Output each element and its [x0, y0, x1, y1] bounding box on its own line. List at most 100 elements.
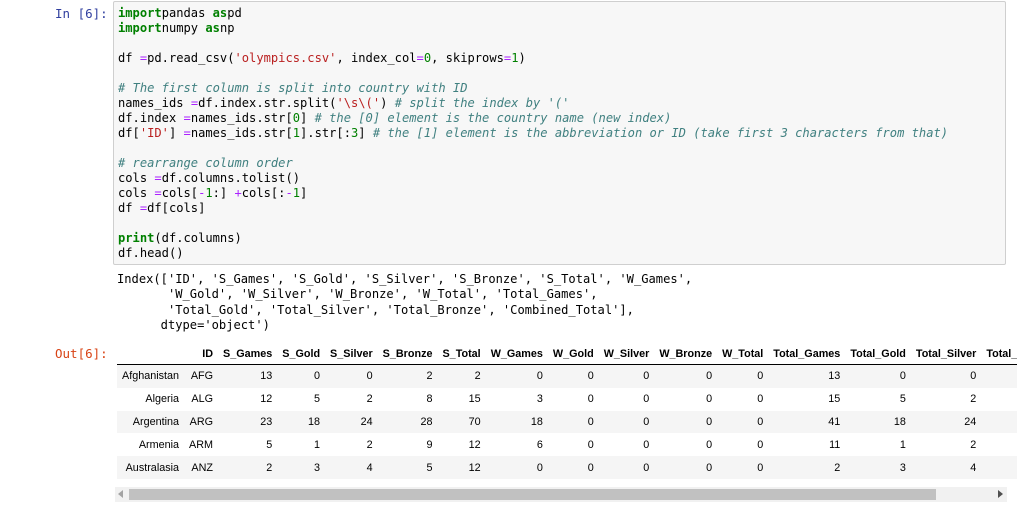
notebook-cell: In [6]: importpandas aspd importnumpy as… [0, 0, 1027, 519]
table-cell: 2 [474, 370, 481, 383]
table-cell: 5 [899, 393, 906, 406]
table-cell: 0 [643, 370, 650, 383]
table-cell: 0 [706, 393, 713, 406]
code-token: # split the index by '(' [394, 96, 570, 110]
table-cell: 4 [970, 461, 977, 474]
table-cell: 41 [828, 415, 841, 428]
table-cell: 18 [308, 415, 321, 428]
table-cell: 70 [468, 415, 481, 428]
code-token: pd [227, 6, 242, 20]
table-cell: 0 [706, 438, 713, 451]
row-index: Afghanistan [122, 370, 180, 383]
code-token: import [118, 6, 162, 20]
column-header: S_Silver [325, 343, 378, 365]
input-prompt: In [6]: [55, 6, 108, 21]
table-cell: 0 [314, 370, 321, 383]
table-cell: 1 [899, 438, 906, 451]
row-index: Armenia [138, 438, 180, 451]
code-token: # rearrange column order [118, 156, 293, 170]
code-token: ) [518, 51, 526, 65]
code-token: :] [212, 186, 235, 200]
table-cell: 28 [420, 415, 433, 428]
table-cell: 8 [426, 393, 433, 406]
stdout-line: dtype='object') [117, 317, 270, 332]
table-cell: 9 [981, 433, 1017, 456]
output-prompt: Out[6]: [55, 346, 108, 361]
code-editor[interactable]: importpandas aspd importnumpy asnp df = p… [113, 1, 1006, 265]
table-row: ArmeniaARM5129126000011129 [117, 433, 1017, 456]
table-cell: 0 [706, 461, 713, 474]
table-header-row: ID S_Games S_Gold S_Silver S_Bronze S_Total W_… [117, 343, 1017, 365]
row-index: Argentina [132, 415, 180, 428]
scrollbar-thumb[interactable] [129, 489, 936, 500]
code-token: 0 [292, 111, 301, 125]
column-header: W_Total [717, 343, 769, 365]
table-cell: 3 [899, 461, 906, 474]
stdout-line: 'W_Gold', 'W_Silver', 'W_Bronze', 'W_Tot… [117, 287, 598, 302]
code-token: ) [380, 96, 395, 110]
table-cell: 24 [360, 415, 373, 428]
table-cell: 5 [426, 461, 433, 474]
table-cell: 9 [426, 438, 433, 451]
code-token: df.index [118, 111, 184, 125]
column-header: W_Silver [598, 343, 655, 365]
code-token: ] [300, 111, 315, 125]
column-header: Total_Gold [845, 343, 911, 365]
table-cell: 0 [587, 461, 594, 474]
table-cell: 3 [314, 461, 321, 474]
table-cell: 1 [314, 438, 321, 451]
table-cell: 5 [266, 438, 273, 451]
code-token: , index_col [336, 51, 417, 65]
table-cell: 18 [530, 415, 543, 428]
table-cell: 0 [366, 370, 373, 383]
code-text[interactable]: importpandas aspd importnumpy asnp df = p… [118, 6, 948, 261]
code-token: pandas [161, 6, 213, 20]
scroll-left-arrow-icon[interactable] [118, 490, 123, 498]
horizontal-scrollbar[interactable] [115, 487, 1007, 502]
column-header: Total_Silver [910, 343, 982, 365]
table-cell: 2 [834, 461, 841, 474]
table-cell: ALG [191, 393, 214, 406]
table-cell: 0 [536, 370, 543, 383]
dataframe-output: ID S_Games S_Gold S_Silver S_Bronze S_Total W_… [117, 343, 1017, 483]
code-token: df.index.str.split( [198, 96, 337, 110]
row-index: Australasia [125, 461, 180, 474]
table-cell: AFG [190, 370, 214, 383]
scroll-right-arrow-icon[interactable] [998, 490, 1003, 498]
column-header: W_Gold [547, 343, 599, 365]
table-cell: 0 [899, 370, 906, 383]
code-token: = [190, 96, 199, 110]
table-cell: 0 [587, 438, 594, 451]
stdout-output: Index(['ID', 'S_Games', 'S_Gold', 'S_Sil… [117, 272, 692, 333]
code-token: df [118, 201, 140, 215]
table-cell: 0 [643, 415, 650, 428]
code-token: np [219, 21, 235, 35]
code-token: names_ids [118, 96, 191, 110]
table-cell: ANZ [191, 461, 214, 474]
code-token: 1 [205, 186, 213, 200]
row-index: Algeria [145, 393, 180, 406]
table-row: AfghanistanAFG1300220000013002 [117, 364, 1017, 388]
code-token: df[ [118, 126, 140, 140]
table-cell: 18 [893, 415, 906, 428]
code-token: 0 [423, 51, 432, 65]
table-row: AustralasiaANZ234512000002345 [117, 456, 1017, 479]
code-token: = [183, 111, 191, 125]
column-header: Total_Games [768, 343, 846, 365]
index-header [117, 343, 185, 365]
code-token: cols [118, 186, 155, 200]
code-token: 'olympics.csv' [234, 51, 337, 65]
table-cell: 0 [706, 370, 713, 383]
table-cell: 0 [757, 438, 764, 451]
table-cell: 2 [981, 365, 1017, 388]
column-header: S_Total [437, 343, 486, 365]
code-token: '\s\(' [336, 96, 381, 110]
table-cell: 5 [981, 456, 1017, 479]
table-cell: 2 [426, 370, 433, 383]
code-token: + [234, 186, 242, 200]
code-token: = [154, 186, 162, 200]
dataframe-table: ID S_Games S_Gold S_Silver S_Bronze S_Total W_… [117, 343, 1017, 479]
code-token: names_ids.str[ [190, 111, 293, 125]
table-cell: 0 [757, 370, 764, 383]
table-cell: 15 [468, 393, 481, 406]
